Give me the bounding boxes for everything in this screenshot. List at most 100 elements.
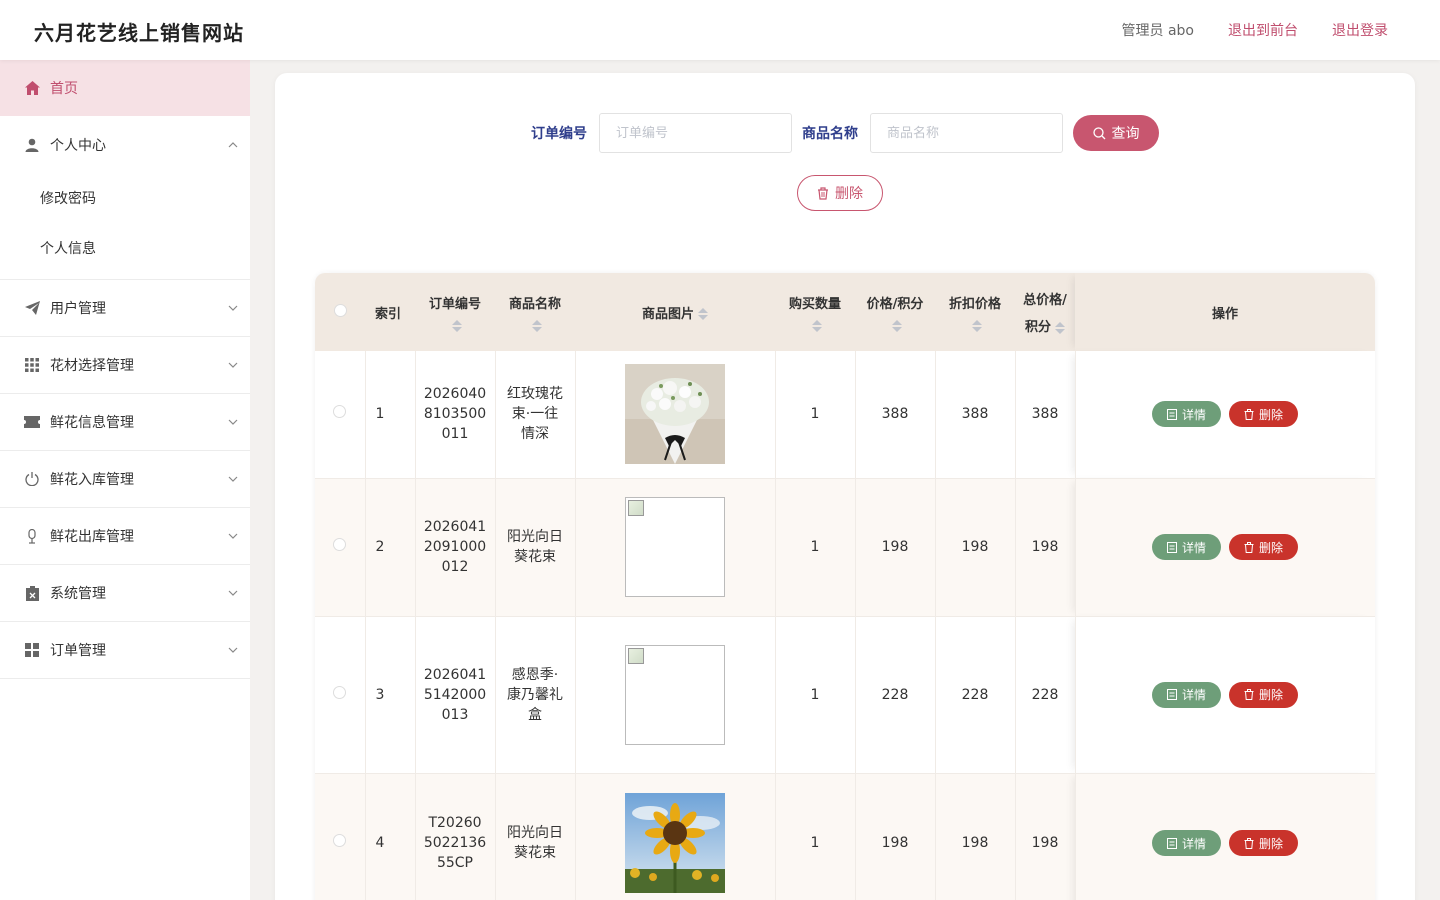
row-select-cell[interactable] bbox=[315, 478, 366, 617]
row-select-cell[interactable] bbox=[315, 616, 366, 774]
order-no-label: 订单编号 bbox=[531, 126, 587, 142]
sort-icon[interactable] bbox=[1055, 321, 1065, 334]
sort-icon[interactable] bbox=[452, 319, 462, 332]
cell-index: 1 bbox=[365, 351, 416, 479]
col-index: 索引 bbox=[365, 273, 415, 351]
cell-product-image bbox=[575, 616, 776, 774]
col-product-image[interactable]: 商品图片 bbox=[575, 273, 775, 351]
sidebar-item-label: 个人中心 bbox=[50, 137, 106, 154]
cell-quantity: 1 bbox=[775, 351, 856, 479]
sidebar-item-inbound-management[interactable]: 鲜花入库管理 bbox=[0, 451, 250, 508]
cell-index: 3 bbox=[365, 616, 416, 774]
cell-price: 198 bbox=[855, 478, 936, 617]
select-all-cell[interactable] bbox=[315, 273, 365, 351]
document-icon bbox=[1166, 541, 1177, 553]
sidebar-item-label: 花材选择管理 bbox=[50, 358, 134, 374]
sidebar-item-label: 订单管理 bbox=[50, 643, 106, 659]
cell-index: 2 bbox=[365, 478, 416, 617]
table-row: 3 2026041 5142000 013 感恩季· 康乃馨礼 盒 1 228 … bbox=[315, 616, 1375, 774]
send-icon bbox=[24, 300, 40, 316]
cell-product-image bbox=[575, 773, 776, 900]
broken-image-icon[interactable] bbox=[625, 497, 725, 597]
sort-icon[interactable] bbox=[892, 319, 902, 332]
sort-icon[interactable] bbox=[532, 319, 542, 332]
sidebar-item-personal-center[interactable]: 个人中心 bbox=[0, 116, 250, 173]
chevron-down-icon bbox=[228, 647, 238, 653]
sidebar-item-order-management[interactable]: 订单管理 bbox=[0, 622, 250, 679]
product-name-input[interactable] bbox=[870, 113, 1063, 153]
product-image-white-bouquet[interactable] bbox=[625, 364, 725, 465]
sidebar-item-change-password[interactable]: 修改密码 bbox=[0, 173, 250, 223]
sidebar-item-material-management[interactable]: 花材选择管理 bbox=[0, 337, 250, 394]
cell-quantity: 1 bbox=[775, 478, 856, 617]
col-total[interactable]: 总价格/积分 bbox=[1015, 273, 1075, 351]
product-image-sunflower[interactable] bbox=[625, 793, 725, 893]
admin-label: 管理员 abo bbox=[1121, 23, 1194, 39]
col-quantity[interactable]: 购买数量 bbox=[775, 273, 855, 351]
col-order-no[interactable]: 订单编号 bbox=[415, 273, 495, 351]
cell-quantity: 1 bbox=[775, 616, 856, 774]
cell-total: 388 bbox=[1015, 351, 1076, 479]
row-select-cell[interactable] bbox=[315, 773, 366, 900]
row-checkbox[interactable] bbox=[333, 538, 347, 551]
detail-button[interactable]: 详情 bbox=[1151, 534, 1221, 560]
clipboard-x-icon bbox=[24, 585, 40, 601]
sort-icon[interactable] bbox=[812, 319, 822, 332]
sidebar-item-label: 鲜花入库管理 bbox=[50, 472, 134, 488]
sidebar-item-user-management[interactable]: 用户管理 bbox=[0, 280, 250, 337]
sidebar-item-outbound-management[interactable]: 鲜花出库管理 bbox=[0, 508, 250, 565]
sidebar-item-system-management[interactable]: 系统管理 bbox=[0, 565, 250, 622]
sidebar-item-flower-info-management[interactable]: 鲜花信息管理 bbox=[0, 394, 250, 451]
to-front-link[interactable]: 退出到前台 bbox=[1228, 20, 1298, 40]
cell-discount: 228 bbox=[935, 616, 1016, 774]
user-icon bbox=[24, 137, 40, 153]
order-no-input[interactable] bbox=[599, 113, 792, 153]
row-checkbox[interactable] bbox=[333, 685, 347, 699]
col-discount[interactable]: 折扣价格 bbox=[935, 273, 1015, 351]
select-all-checkbox[interactable] bbox=[333, 303, 347, 317]
detail-button[interactable]: 详情 bbox=[1151, 681, 1221, 708]
sidebar-item-personal-info[interactable]: 个人信息 bbox=[0, 223, 250, 273]
table-header-row: 索引 订单编号 商品名称 商品图片 购买数量 价格/积分 折扣价格 总价格/积分… bbox=[315, 273, 1375, 351]
sort-icon[interactable] bbox=[698, 308, 708, 320]
detail-button[interactable]: 详情 bbox=[1151, 830, 1221, 856]
row-select-cell[interactable] bbox=[315, 351, 366, 479]
batch-delete-button[interactable]: 删除 bbox=[797, 175, 883, 211]
row-delete-button[interactable]: 删除 bbox=[1229, 681, 1299, 708]
trash-icon bbox=[1244, 541, 1254, 553]
logout-link[interactable]: 退出登录 bbox=[1332, 20, 1388, 40]
sidebar-item-label: 用户管理 bbox=[50, 301, 106, 317]
personal-center-submenu: 修改密码 个人信息 bbox=[0, 173, 250, 280]
trash-icon bbox=[818, 186, 828, 200]
microphone-icon bbox=[24, 528, 40, 544]
chevron-down-icon bbox=[228, 533, 238, 539]
chevron-down-icon bbox=[228, 590, 238, 596]
cell-price: 228 bbox=[855, 616, 936, 774]
chevron-down-icon bbox=[228, 419, 238, 425]
row-checkbox[interactable] bbox=[333, 405, 347, 419]
col-actions: 操作 bbox=[1075, 273, 1375, 351]
query-button[interactable]: 查询 bbox=[1073, 115, 1159, 151]
cell-order-no: T20260 5022136 55CP bbox=[415, 773, 496, 900]
col-price[interactable]: 价格/积分 bbox=[855, 273, 935, 351]
row-delete-button[interactable]: 删除 bbox=[1229, 534, 1299, 560]
power-icon bbox=[24, 471, 40, 487]
cell-discount: 198 bbox=[935, 478, 1016, 617]
cell-actions: 详情 删除 bbox=[1075, 616, 1375, 774]
cell-price: 388 bbox=[855, 351, 936, 479]
apps-icon bbox=[24, 642, 40, 658]
home-icon bbox=[24, 80, 40, 96]
detail-button[interactable]: 详情 bbox=[1151, 401, 1221, 428]
sort-icon[interactable] bbox=[972, 319, 982, 332]
sidebar-item-home[interactable]: 首页 bbox=[0, 60, 250, 116]
search-icon bbox=[1092, 126, 1105, 139]
cell-product-name: 红玫瑰花 束·一往 情深 bbox=[495, 351, 576, 479]
cell-discount: 198 bbox=[935, 773, 1016, 900]
col-product-name[interactable]: 商品名称 bbox=[495, 273, 575, 351]
row-checkbox[interactable] bbox=[333, 834, 347, 847]
cell-order-no: 2026041 2091000 012 bbox=[415, 478, 496, 617]
broken-image-icon[interactable] bbox=[625, 644, 725, 745]
row-delete-button[interactable]: 删除 bbox=[1229, 401, 1299, 428]
row-delete-button[interactable]: 删除 bbox=[1229, 830, 1299, 856]
cell-product-image bbox=[575, 478, 776, 617]
